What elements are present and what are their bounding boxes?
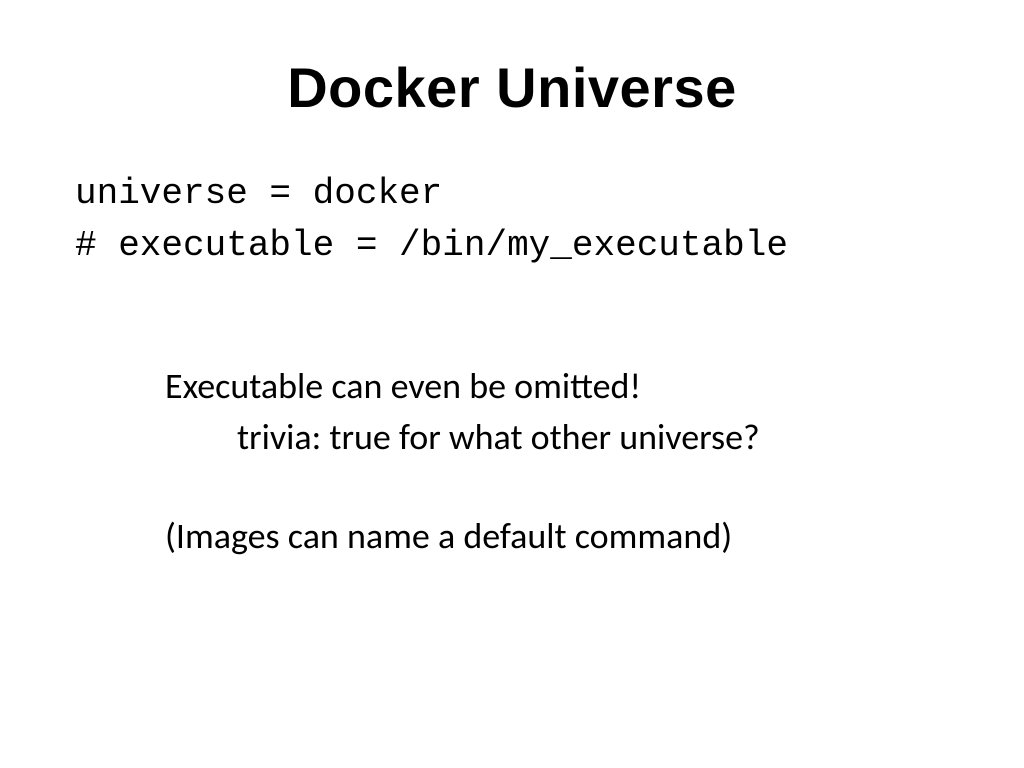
body-text-images: (Images can name a default command): [165, 512, 949, 561]
body-text-omitted: Executable can even be omitted!: [165, 362, 949, 411]
code-block: universe = docker # executable = /bin/my…: [75, 168, 949, 272]
body-text-trivia: trivia: true for what other universe?: [165, 413, 949, 462]
body-block: Executable can even be omitted! trivia: …: [75, 362, 949, 560]
code-line-universe: universe = docker: [75, 168, 949, 220]
slide-title: Docker Universe: [75, 55, 949, 120]
code-line-executable: # executable = /bin/my_executable: [75, 220, 949, 272]
slide: Docker Universe universe = docker # exec…: [0, 0, 1024, 768]
